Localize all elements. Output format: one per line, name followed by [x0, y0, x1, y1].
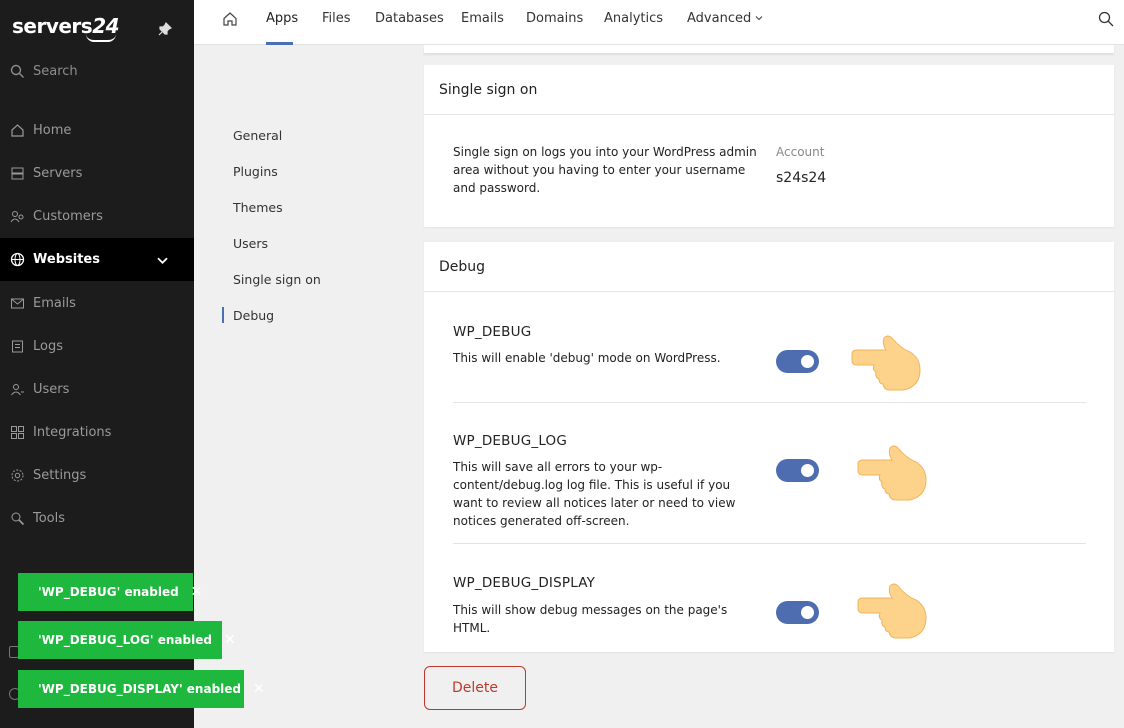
top-bar: Apps Files Databases Emails Domains Anal…	[194, 0, 1124, 45]
customers-icon	[10, 211, 24, 223]
search-icon[interactable]	[1098, 11, 1114, 27]
sso-card: Single sign on Single sign on logs you i…	[424, 65, 1114, 227]
active-tab-indicator	[266, 42, 293, 45]
wp-debug-title: WP_DEBUG	[453, 324, 532, 340]
sidebar-item-tools[interactable]: Tools	[0, 497, 194, 540]
sso-description: Single sign on logs you into your WordPr…	[453, 145, 757, 195]
toast-message: 'WP_DEBUG_DISPLAY' enabled	[38, 682, 242, 696]
divider	[453, 402, 1086, 403]
sso-card-title: Single sign on	[424, 65, 1114, 115]
tab-emails[interactable]: Emails	[461, 11, 504, 26]
logo-swoosh	[86, 34, 116, 42]
sidebar-item-customers[interactable]: Customers	[0, 195, 194, 238]
subnav-debug[interactable]: Debug	[233, 308, 274, 323]
search-icon	[10, 64, 24, 78]
chevron-down-icon	[157, 257, 168, 265]
tools-icon	[11, 512, 25, 526]
toast-message: 'WP_DEBUG' enabled	[38, 585, 179, 599]
sidebar-item-home[interactable]: Home	[0, 109, 194, 152]
wp-debug-display-description: This will show debug messages on the pag…	[453, 603, 728, 635]
sidebar-item-label: Servers	[33, 166, 83, 181]
subnav-general[interactable]: General	[233, 128, 282, 143]
sidebar-item-settings[interactable]: Settings	[0, 454, 194, 497]
tab-databases[interactable]: Databases	[375, 11, 444, 26]
tab-domains[interactable]: Domains	[526, 11, 583, 26]
subnav-plugins[interactable]: Plugins	[233, 164, 278, 179]
pin-icon[interactable]	[158, 22, 172, 36]
wp-debug-log-title: WP_DEBUG_LOG	[453, 433, 568, 449]
wp-debug-display-toggle[interactable]	[776, 601, 819, 624]
debug-card: Debug WP_DEBUG This will enable 'debug' …	[424, 242, 1114, 652]
sidebar-item-label: Settings	[33, 468, 87, 483]
sidebar-item-label: Integrations	[33, 425, 112, 440]
search-label: Search	[33, 64, 78, 79]
tab-files[interactable]: Files	[322, 11, 351, 26]
sidebar-item-label: Home	[33, 123, 72, 138]
wp-debug-toggle[interactable]	[776, 350, 819, 373]
sidebar-item-label: Tools	[33, 511, 66, 526]
users-icon	[11, 384, 24, 396]
integrations-icon	[11, 426, 24, 439]
pointing-hand-icon	[857, 583, 927, 639]
server-icon	[11, 167, 24, 180]
pointing-hand-icon	[857, 445, 927, 501]
sidebar-search[interactable]: Search	[10, 64, 78, 79]
sidebar: servers24 Search Home Servers Customers …	[0, 0, 194, 728]
toast-wp-debug: 'WP_DEBUG' enabled ✕	[18, 573, 202, 611]
delete-button[interactable]: Delete	[424, 666, 526, 710]
gear-icon	[11, 469, 24, 482]
debug-card-title: Debug	[424, 242, 1114, 292]
home-icon	[11, 124, 24, 137]
sidebar-item-label: Logs	[33, 339, 63, 354]
divider	[453, 543, 1086, 544]
tab-advanced[interactable]: Advanced	[687, 11, 763, 26]
sidebar-item-integrations[interactable]: Integrations	[0, 411, 194, 454]
globe-icon	[10, 252, 25, 267]
subnav-themes[interactable]: Themes	[233, 200, 283, 215]
mail-icon	[11, 298, 24, 309]
account-label: Account	[776, 145, 825, 159]
wp-debug-display-title: WP_DEBUG_DISPLAY	[453, 575, 596, 591]
toast-message: 'WP_DEBUG_LOG' enabled	[38, 633, 212, 647]
sidebar-item-label: Users	[33, 382, 70, 397]
sidebar-item-servers[interactable]: Servers	[0, 152, 194, 195]
account-value[interactable]: s24s24	[776, 170, 826, 186]
sidebar-item-logs[interactable]: Logs	[0, 325, 194, 368]
tab-apps[interactable]: Apps	[266, 11, 298, 26]
tab-advanced-label: Advanced	[687, 11, 752, 26]
pointing-hand-icon	[851, 335, 921, 391]
wp-debug-log-description: This will save all errors to your wp-con…	[453, 460, 736, 528]
toast-wp-debug-log: 'WP_DEBUG_LOG' enabled ✕	[18, 621, 236, 659]
sidebar-item-label: Customers	[33, 209, 103, 224]
subnav-users[interactable]: Users	[233, 236, 268, 251]
wp-debug-description: This will enable 'debug' mode on WordPre…	[453, 351, 721, 365]
toast-wp-debug-display: 'WP_DEBUG_DISPLAY' enabled ✕	[18, 670, 265, 708]
chevron-down-icon	[755, 16, 763, 21]
sidebar-item-emails[interactable]: Emails	[0, 282, 194, 325]
home-icon[interactable]	[222, 11, 238, 27]
sidebar-item-label: Emails	[33, 296, 76, 311]
sidebar-item-label: Websites	[33, 252, 100, 267]
tab-analytics[interactable]: Analytics	[604, 11, 663, 26]
close-icon[interactable]: ✕	[224, 632, 236, 648]
subnav-active-indicator	[222, 307, 224, 323]
sidebar-item-websites[interactable]: Websites	[0, 238, 194, 281]
close-icon[interactable]: ✕	[191, 584, 203, 600]
wp-debug-log-toggle[interactable]	[776, 459, 819, 482]
close-icon[interactable]: ✕	[253, 681, 265, 697]
sidebar-item-users[interactable]: Users	[0, 368, 194, 411]
logs-icon	[12, 340, 23, 353]
previous-card-bottom	[424, 45, 1114, 53]
subnav-single-sign-on[interactable]: Single sign on	[233, 272, 321, 287]
